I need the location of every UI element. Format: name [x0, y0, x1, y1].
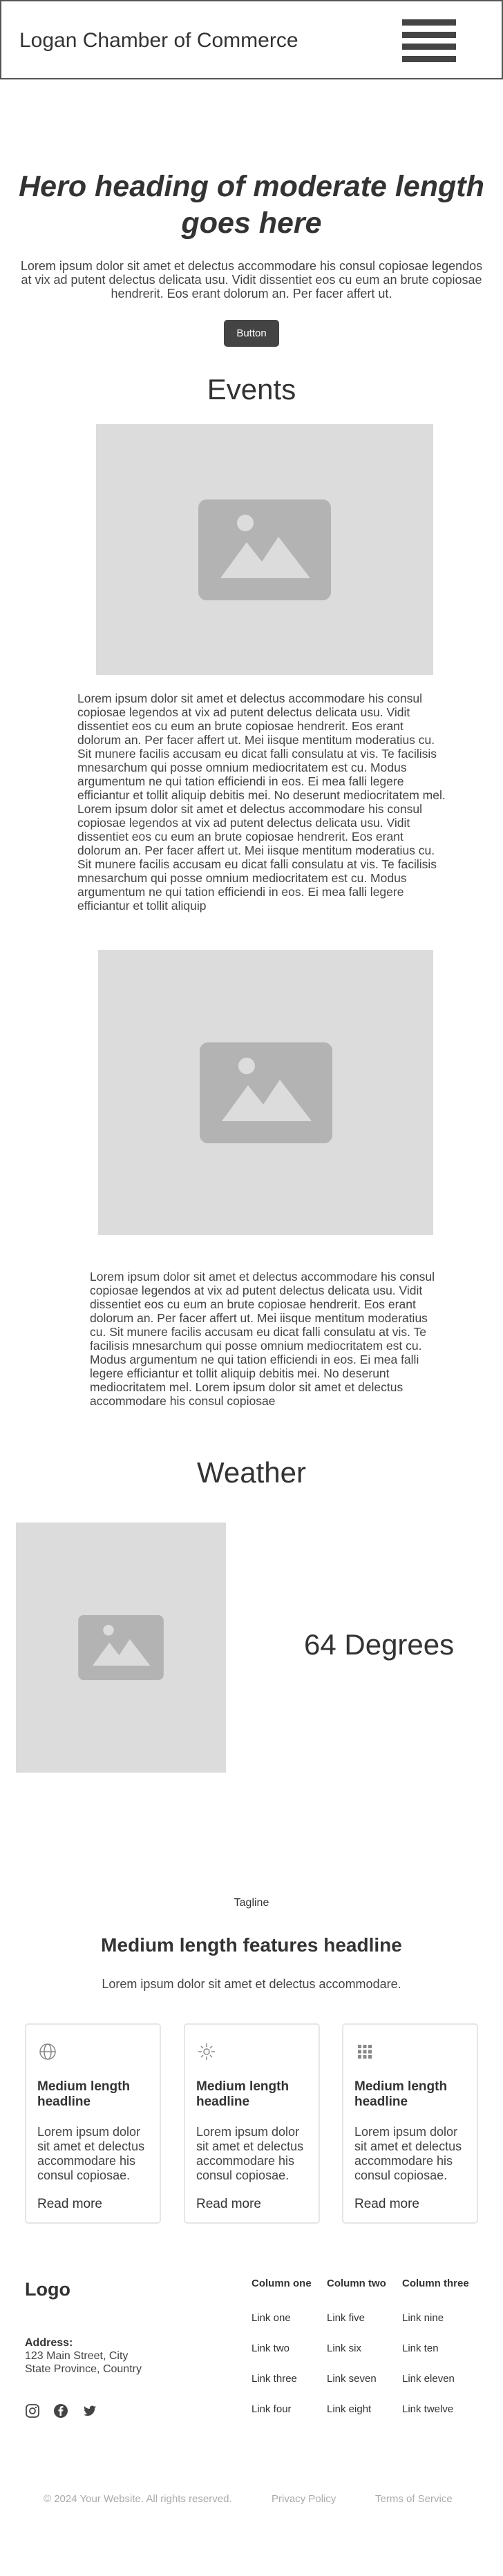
- read-more-link[interactable]: Read more: [354, 2197, 466, 2212]
- footer-bottom-bar: © 2024 Your Website. All rights reserved…: [0, 2493, 503, 2576]
- site-footer: Logo Address: 123 Main Street, City Stat…: [0, 2272, 503, 2576]
- features-tagline: Tagline: [234, 1897, 269, 1909]
- copyright-text: © 2024 Your Website. All rights reserved…: [44, 2493, 232, 2505]
- events-title: Events: [207, 373, 296, 406]
- features-section: Tagline Medium length features headline …: [0, 1897, 503, 2224]
- image-placeholder-icon: [199, 1042, 332, 1143]
- footer-link[interactable]: Link five: [327, 2312, 386, 2324]
- event-text-1: Lorem ipsum dolor sit amet et delectus a…: [77, 691, 446, 913]
- footer-link[interactable]: Link twelve: [402, 2403, 469, 2415]
- footer-link[interactable]: Link four: [252, 2403, 312, 2415]
- site-brand[interactable]: Logan Chamber of Commerce: [19, 29, 298, 53]
- event-text-2: Lorem ipsum dolor sit amet et delectus a…: [90, 1270, 435, 1408]
- address-line-2: State Province, Country: [25, 2363, 142, 2375]
- temperature-readout: 64 Degrees: [304, 1628, 455, 1661]
- footer-column-1: Column one Link one Link two Link three …: [252, 2278, 312, 2415]
- hamburger-menu-icon[interactable]: [402, 19, 456, 62]
- features-headline: Medium length features headline: [101, 1934, 402, 1956]
- feature-card-title: Medium length headline: [37, 2079, 131, 2109]
- feature-card-title: Medium length headline: [354, 2079, 448, 2109]
- weather-section: Weather 64 Degrees: [0, 1456, 503, 1773]
- footer-link[interactable]: Link nine: [402, 2312, 469, 2324]
- address-line-1: 123 Main Street, City: [25, 2350, 129, 2362]
- hero-heading: Hero heading of moderate length goes her…: [19, 170, 484, 240]
- twitter-icon[interactable]: [82, 2403, 97, 2418]
- grid-icon: [358, 2045, 372, 2059]
- footer-link[interactable]: Link three: [252, 2373, 312, 2385]
- address-label: Address:: [25, 2337, 73, 2349]
- event-image-2: [98, 950, 433, 1235]
- footer-column-3: Column three Link nine Link ten Link ele…: [402, 2278, 469, 2415]
- site-header: Logan Chamber of Commerce: [0, 0, 503, 79]
- features-subtext: Lorem ipsum dolor sit amet et delectus a…: [102, 1977, 401, 1991]
- event-image-1: [96, 424, 433, 675]
- hero-section: Hero heading of moderate length goes her…: [0, 169, 503, 347]
- hero-button[interactable]: Button: [224, 320, 279, 347]
- instagram-icon[interactable]: [25, 2403, 40, 2418]
- terms-of-service-link[interactable]: Terms of Service: [375, 2493, 453, 2505]
- social-links: [25, 2403, 108, 2418]
- hero-body: Lorem ipsum dolor sit amet et delectus a…: [20, 259, 483, 300]
- feature-cards: Medium length headline Lorem ipsum dolor…: [0, 2023, 503, 2224]
- footer-link[interactable]: Link seven: [327, 2373, 386, 2385]
- weather-title: Weather: [197, 1456, 306, 1489]
- address: 123 Main Street, City State Province, Co…: [25, 2349, 142, 2376]
- footer-link[interactable]: Link eight: [327, 2403, 386, 2415]
- sparkle-icon: [198, 2043, 215, 2060]
- footer-logo[interactable]: Logo: [25, 2279, 70, 2300]
- footer-link[interactable]: Link eleven: [402, 2373, 469, 2385]
- events-section: Events Lorem ipsum dolor sit amet et del…: [0, 373, 503, 1408]
- feature-card: Medium length headline Lorem ipsum dolor…: [342, 2023, 478, 2224]
- feature-card-body: Lorem ipsum dolor sit amet et delectus a…: [37, 2125, 145, 2182]
- footer-column-2: Column two Link five Link six Link seven…: [327, 2278, 386, 2415]
- feature-card: Medium length headline Lorem ipsum dolor…: [25, 2023, 161, 2224]
- image-placeholder-icon: [198, 499, 331, 600]
- feature-card-body: Lorem ipsum dolor sit amet et delectus a…: [354, 2125, 462, 2182]
- image-placeholder-icon: [78, 1615, 164, 1680]
- footer-link[interactable]: Link six: [327, 2343, 386, 2354]
- facebook-icon[interactable]: [53, 2403, 68, 2418]
- feature-card-body: Lorem ipsum dolor sit amet et delectus a…: [196, 2125, 304, 2182]
- footer-link[interactable]: Link two: [252, 2343, 312, 2354]
- footer-column-heading: Column three: [402, 2278, 469, 2289]
- footer-link[interactable]: Link one: [252, 2312, 312, 2324]
- footer-column-heading: Column one: [252, 2278, 312, 2289]
- footer-column-heading: Column two: [327, 2278, 386, 2289]
- read-more-link[interactable]: Read more: [196, 2197, 307, 2212]
- weather-image: [16, 1523, 226, 1773]
- feature-card: Medium length headline Lorem ipsum dolor…: [184, 2023, 320, 2224]
- globe-icon: [39, 2043, 56, 2060]
- privacy-policy-link[interactable]: Privacy Policy: [272, 2493, 336, 2505]
- read-more-link[interactable]: Read more: [37, 2197, 149, 2212]
- feature-card-title: Medium length headline: [196, 2079, 290, 2109]
- footer-link[interactable]: Link ten: [402, 2343, 469, 2354]
